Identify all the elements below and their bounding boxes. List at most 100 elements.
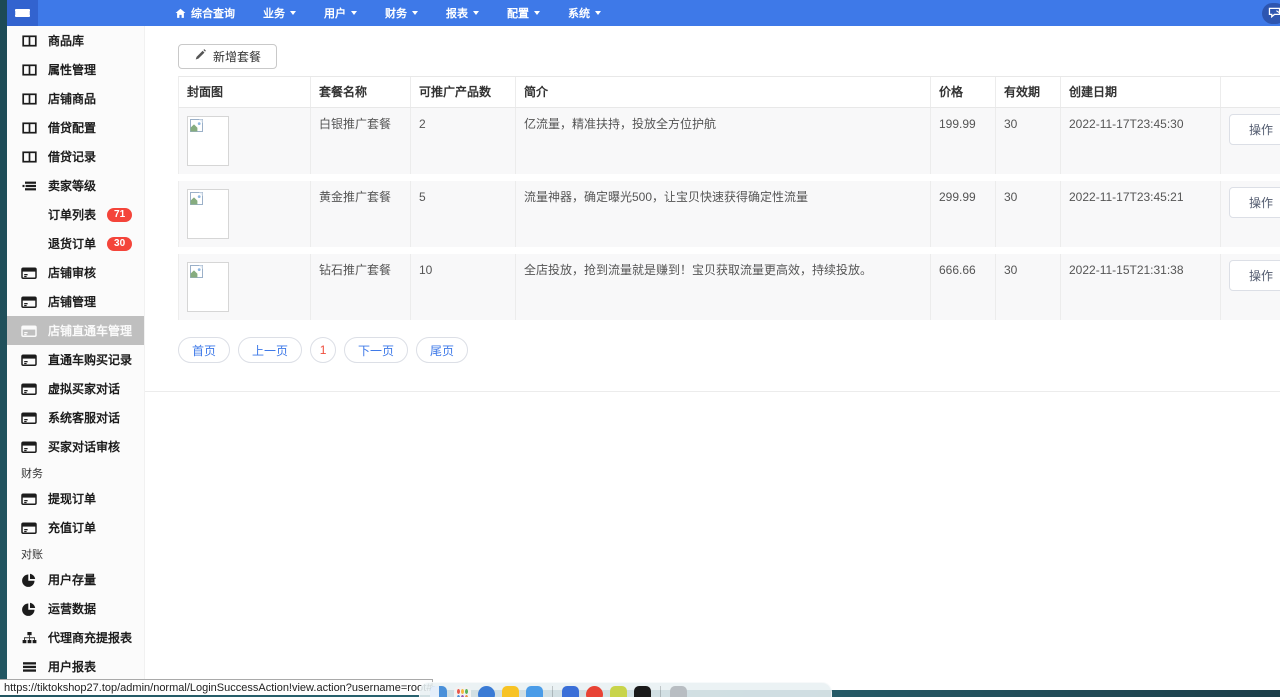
sidebar-section-reconciliation: 对账 <box>7 542 144 565</box>
status-bar-url: https://tiktokshop27.top/admin/normal/Lo… <box>0 679 433 695</box>
column-header: 可推广产品数 <box>411 77 516 107</box>
sidebar-item-virtual-buyer-chat[interactable]: 虚拟买家对话 <box>7 374 144 403</box>
dock-icon-messages[interactable] <box>526 686 543 697</box>
pagination: 首页上一页 1 下一页尾页 <box>178 337 1280 363</box>
sidebar-item-label: 充值订单 <box>48 519 96 536</box>
table-row: 黄金推广套餐5流量神器，确定曝光500，让宝贝快速获得确定性流量299.9930… <box>178 181 1280 247</box>
dock-icon-files[interactable] <box>562 686 579 697</box>
sidebar-item-withdraw-orders[interactable]: 提现订单 <box>7 484 144 513</box>
column-header <box>1221 77 1280 107</box>
product-count-cell: 2 <box>411 108 516 174</box>
sidebar-item-system-service-chat[interactable]: 系统客服对话 <box>7 403 144 432</box>
sidebar-item-user-stock[interactable]: 用户存量 <box>7 565 144 594</box>
dock-icon-launchpad[interactable] <box>454 686 471 697</box>
sidebar-item-label: 虚拟买家对话 <box>48 380 120 397</box>
sidebar-item-label: 提现订单 <box>48 490 96 507</box>
sidebar-item-user-report[interactable]: 用户报表 <box>7 652 144 681</box>
pagination-prev[interactable]: 上一页 <box>238 337 302 363</box>
sidebar-item-train-purchase-records[interactable]: 直通车购买记录 <box>7 345 144 374</box>
sidebar-item-attribute-management[interactable]: 属性管理 <box>7 55 144 84</box>
pagination-page-1[interactable]: 1 <box>310 337 336 363</box>
column-header: 封面图 <box>179 77 311 107</box>
nav-item-finance[interactable]: 财务 <box>373 0 430 26</box>
sidebar-item-loan-records[interactable]: 借贷记录 <box>7 142 144 171</box>
dock-icon-finder[interactable] <box>430 686 447 697</box>
content-divider <box>145 391 1280 392</box>
pagination-last[interactable]: 尾页 <box>416 337 468 363</box>
sidebar-item-shop-goods[interactable]: 店铺商品 <box>7 84 144 113</box>
pagination-first[interactable]: 首页 <box>178 337 230 363</box>
package-name-cell: 钻石推广套餐 <box>311 254 411 320</box>
nav-item-overview[interactable]: 综合查询 <box>163 0 247 26</box>
chat-button[interactable] <box>1262 3 1280 24</box>
created-date-cell: 2022-11-17T23:45:30 <box>1061 108 1221 174</box>
dock-icon-devtool[interactable] <box>610 686 627 697</box>
sidebar-item-label: 借贷配置 <box>48 119 96 136</box>
dock-separator <box>552 686 553 697</box>
count-badge: 30 <box>107 237 132 251</box>
sidebar-item-return-orders[interactable]: 退货订单30 <box>7 229 144 258</box>
sidebar-item-recharge-orders[interactable]: 充值订单 <box>7 513 144 542</box>
column-header: 创建日期 <box>1061 77 1221 107</box>
id-card-icon <box>21 382 37 396</box>
sidebar-item-loan-config[interactable]: 借贷配置 <box>7 113 144 142</box>
chevron-down-icon <box>595 11 601 15</box>
cover-cell <box>179 181 311 247</box>
nav-item-business[interactable]: 业务 <box>251 0 308 26</box>
id-card-icon <box>21 521 37 535</box>
add-package-label: 新增套餐 <box>213 48 261 65</box>
row-action-button[interactable]: 操作 <box>1229 187 1280 218</box>
sidebar-item-buyer-chat-review[interactable]: 买家对话审核 <box>7 432 144 461</box>
hamburger-icon <box>15 9 30 17</box>
sidebar-item-order-list[interactable]: 订单列表71 <box>7 200 144 229</box>
chevron-down-icon <box>290 11 296 15</box>
created-date-cell: 2022-11-17T23:45:21 <box>1061 181 1221 247</box>
table-header-row: 封面图套餐名称可推广产品数简介价格有效期创建日期 <box>178 76 1280 108</box>
nav-item-user[interactable]: 用户 <box>312 0 369 26</box>
sidebar-item-label: 卖家等级 <box>48 177 96 194</box>
id-card-icon <box>21 492 37 506</box>
chevron-down-icon <box>412 11 418 15</box>
row-action-button[interactable]: 操作 <box>1229 260 1280 291</box>
chat-bubble-icon <box>1268 5 1280 23</box>
cover-cell <box>179 108 311 174</box>
sidebar-item-label: 店铺管理 <box>48 293 96 310</box>
sidebar-item-seller-level[interactable]: 卖家等级 <box>7 171 144 200</box>
sidebar-item-label: 买家对话审核 <box>48 438 120 455</box>
package-table: 封面图套餐名称可推广产品数简介价格有效期创建日期白银推广套餐2亿流量，精准扶持，… <box>178 76 1280 320</box>
count-badge: 71 <box>107 208 132 222</box>
sidebar-section-finance: 财务 <box>7 461 144 484</box>
sidebar-item-label: 代理商充提报表 <box>48 629 132 646</box>
dock-icon-terminal[interactable] <box>634 686 651 697</box>
dock-icon-safari[interactable] <box>478 686 495 697</box>
broken-image-icon <box>190 267 203 281</box>
nav-item-report[interactable]: 报表 <box>434 0 491 26</box>
menu-toggle-button[interactable] <box>7 0 38 26</box>
row-action-button[interactable]: 操作 <box>1229 114 1280 145</box>
dock-icon-notes[interactable] <box>502 686 519 697</box>
product-count-cell: 10 <box>411 254 516 320</box>
stream-icon <box>21 179 37 193</box>
sidebar-item-shop-management[interactable]: 店铺管理 <box>7 287 144 316</box>
sidebar-item-agent-report[interactable]: 代理商充提报表 <box>7 623 144 652</box>
sidebar-item-shop-review[interactable]: 店铺审核 <box>7 258 144 287</box>
pagination-next[interactable]: 下一页 <box>344 337 408 363</box>
nav-item-system[interactable]: 系统 <box>556 0 613 26</box>
sidebar-item-shop-train-management[interactable]: 店铺直通车管理 <box>7 316 144 345</box>
sidebar-item-label: 借贷记录 <box>48 148 96 165</box>
dock-icon-chrome[interactable] <box>586 686 603 697</box>
sidebar-item-label: 用户报表 <box>48 658 96 675</box>
actions-cell: 操作 <box>1221 181 1280 247</box>
nav-item-config[interactable]: 配置 <box>495 0 552 26</box>
sidebar-item-operation-data[interactable]: 运营数据 <box>7 594 144 623</box>
description-cell: 亿流量，精准扶持，投放全方位护航 <box>516 108 931 174</box>
add-package-button[interactable]: 新增套餐 <box>178 44 277 69</box>
columns-icon <box>21 92 37 106</box>
dock-icon-trash[interactable] <box>670 686 687 697</box>
sidebar-item-label: 商品库 <box>48 32 84 49</box>
pie-icon <box>21 573 37 587</box>
sidebar-item-goods-library[interactable]: 商品库 <box>7 26 144 55</box>
sidebar-item-label: 店铺直通车管理 <box>48 322 132 339</box>
status-url-text: https://tiktokshop27.top/admin/normal/Lo… <box>4 682 432 694</box>
description-cell: 流量神器，确定曝光500，让宝贝快速获得确定性流量 <box>516 181 931 247</box>
